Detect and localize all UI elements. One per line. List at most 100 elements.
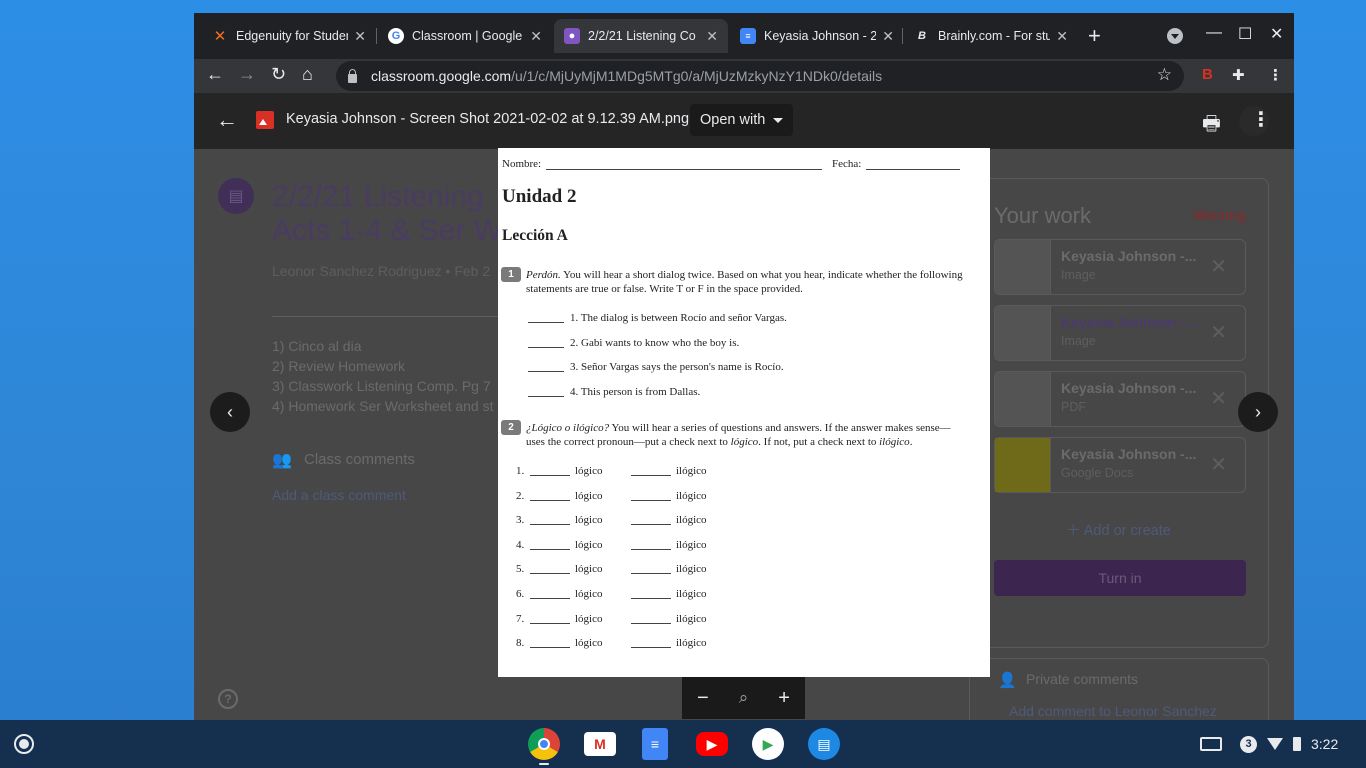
tab-brainly[interactable]: B Brainly.com - For stu ✕ [904, 19, 1078, 53]
launcher-icon[interactable] [14, 734, 34, 754]
your-work-heading: Your work [994, 203, 1092, 228]
menu-dots-icon[interactable]: ⋮ [1268, 66, 1283, 84]
tab-edgenuity[interactable]: ✕ Edgenuity for Studen ✕ [202, 19, 376, 53]
tab-listening[interactable]: ● 2/2/21 Listening Co ✕ [554, 19, 728, 53]
previous-file-icon[interactable]: ‹ [210, 392, 250, 432]
maximize-icon[interactable]: ☐ [1238, 24, 1252, 44]
document-image: Nombre: Fecha: Unidad 2 Lección A 1 Perd… [498, 148, 990, 677]
close-tab-icon[interactable]: ✕ [530, 28, 542, 45]
remove-icon[interactable]: ✕ [1210, 320, 1227, 345]
clock: 3:22 [1311, 736, 1339, 752]
answer-row: 1. lógico ilógico [516, 465, 707, 477]
status-badge: Missing [1194, 207, 1247, 223]
notification-count: 3 [1240, 735, 1257, 753]
youtube-icon[interactable]: ▶ [696, 732, 728, 756]
gmail-icon[interactable]: M [584, 732, 616, 756]
answer-row: 8. lógico ilógico [516, 637, 707, 649]
caret-down-icon [773, 117, 784, 123]
wifi-icon [1267, 738, 1283, 750]
close-tab-icon[interactable]: ✕ [706, 28, 718, 45]
puzzle-icon[interactable]: ✚ [1232, 66, 1245, 84]
thumbnail [995, 240, 1051, 294]
work-item[interactable]: Keyasia Johnson -... PDF ✕ [994, 371, 1246, 427]
reload-icon[interactable]: ↻ [271, 64, 286, 85]
zoom-in-icon[interactable]: + [778, 687, 790, 710]
private-comments-label: Private comments [1026, 671, 1139, 687]
nombre-label: Nombre: [502, 158, 542, 170]
minimize-icon[interactable]: — [1206, 24, 1222, 42]
help-icon[interactable]: ? [218, 689, 238, 709]
edgenuity-icon: ✕ [213, 28, 227, 45]
zoom-out-icon[interactable]: − [697, 687, 709, 710]
tab-docs[interactable]: ≡ Keyasia Johnson - 2 ✕ [730, 19, 904, 53]
tab-classroom[interactable]: G Classroom | Google ✕ [378, 19, 552, 53]
work-item[interactable]: Keyasia Johnson -... Image ✕ [994, 305, 1246, 361]
docs-thumbnail [995, 438, 1051, 492]
assignment-icon: ▤ [218, 178, 254, 214]
bookmark-star-icon[interactable]: ☆ [1157, 65, 1172, 85]
close-window-icon[interactable]: ✕ [1270, 24, 1283, 44]
add-or-create-button[interactable]: ＋ Add or create [1066, 519, 1171, 540]
tab-search-icon[interactable] [1167, 28, 1183, 44]
classroom-icon: ● [564, 28, 580, 44]
nombre-line [546, 169, 822, 170]
file-name: Keyasia Johnson - Screen Shot 2021-02-02… [286, 111, 690, 127]
fecha-line [866, 169, 960, 170]
keyboard-icon[interactable] [1200, 737, 1222, 751]
statement: 4. This person is from Dallas. [528, 386, 700, 398]
extension-b-icon[interactable]: B [1202, 66, 1213, 83]
forward-arrow-icon[interactable]: → [238, 64, 256, 85]
answer-row: 5. lógico ilógico [516, 563, 707, 575]
answer-row: 2. lógico ilógico [516, 490, 707, 502]
add-private-comment-link[interactable]: Add comment to Leonor Sanchez [1009, 703, 1217, 719]
people-icon: 👥 [272, 452, 292, 469]
assignment-title: 2/2/21 Listening Acts 1-4 & Ser W [272, 180, 503, 247]
tab-separator [376, 28, 377, 44]
close-tab-icon[interactable]: ✕ [1056, 28, 1068, 45]
thumbnail [995, 306, 1051, 360]
magnifier-icon[interactable]: ⌕ [739, 688, 749, 708]
address-bar[interactable]: classroom.google.com/u/1/c/MjUyMjM1MDg5M… [336, 61, 1184, 91]
section-number: 2 [501, 420, 521, 435]
unit-heading: Unidad 2 [502, 186, 577, 207]
work-item[interactable]: Keyasia Johnson -... Google Docs ✕ [994, 437, 1246, 493]
person-icon: 👤 [998, 672, 1017, 689]
browser-toolbar: ← → ↻ ⌂ classroom.google.com/u/1/c/MjUyM… [194, 59, 1294, 93]
tab-strip: ✕ Edgenuity for Studen ✕ G Classroom | G… [194, 13, 1294, 59]
classroom-page: ▤ 2/2/21 Listening Acts 1-4 & Ser W Leon… [194, 93, 1294, 720]
zoom-controls: − ⌕ + [682, 677, 805, 719]
play-store-icon[interactable]: ▶ [752, 728, 784, 760]
battery-icon [1293, 737, 1301, 751]
new-tab-icon[interactable]: + [1088, 25, 1101, 47]
chrome-icon[interactable] [528, 728, 560, 760]
google-icon: G [388, 28, 404, 44]
next-file-icon[interactable]: › [1238, 392, 1278, 432]
messages-icon[interactable]: ▤ [808, 728, 840, 760]
more-vert-icon[interactable]: ⋮ [1251, 107, 1271, 132]
docs-app-icon[interactable]: ≡ [642, 728, 668, 760]
class-comments-label: Class comments [304, 451, 415, 468]
back-arrow-icon[interactable]: ← [216, 107, 238, 133]
close-tab-icon[interactable]: ✕ [882, 28, 894, 45]
turn-in-button[interactable]: Turn in [994, 560, 1246, 596]
os-shelf: M ≡ ▶ ▶ ▤ 3 3:22 [0, 720, 1366, 768]
work-item[interactable]: Keyasia Johnson -... Image ✕ [994, 239, 1246, 295]
section-1-instructions: Perdón. You will hear a short dialog twi… [526, 269, 963, 295]
add-class-comment-link[interactable]: Add a class comment [272, 487, 406, 503]
answer-row: 3. lógico ilógico [516, 514, 707, 526]
remove-icon[interactable]: ✕ [1210, 254, 1227, 279]
answer-row: 4. lógico ilógico [516, 539, 707, 551]
statement: 2. Gabi wants to know who the boy is. [528, 337, 739, 349]
back-arrow-icon[interactable]: ← [206, 64, 224, 85]
fecha-label: Fecha: [832, 158, 862, 170]
close-tab-icon[interactable]: ✕ [354, 28, 366, 45]
remove-icon[interactable]: ✕ [1210, 452, 1227, 477]
answer-row: 7. lógico ilógico [516, 613, 707, 625]
home-icon[interactable]: ⌂ [302, 64, 313, 85]
assignment-meta: Leonor Sanchez Rodriguez • Feb 2 [272, 263, 491, 279]
divider [272, 316, 502, 317]
printer-icon[interactable]: 🖶 [1202, 109, 1221, 143]
remove-icon[interactable]: ✕ [1210, 386, 1227, 411]
status-tray[interactable]: 3 3:22 [1200, 730, 1338, 758]
open-with-button[interactable]: Open with [690, 104, 794, 136]
